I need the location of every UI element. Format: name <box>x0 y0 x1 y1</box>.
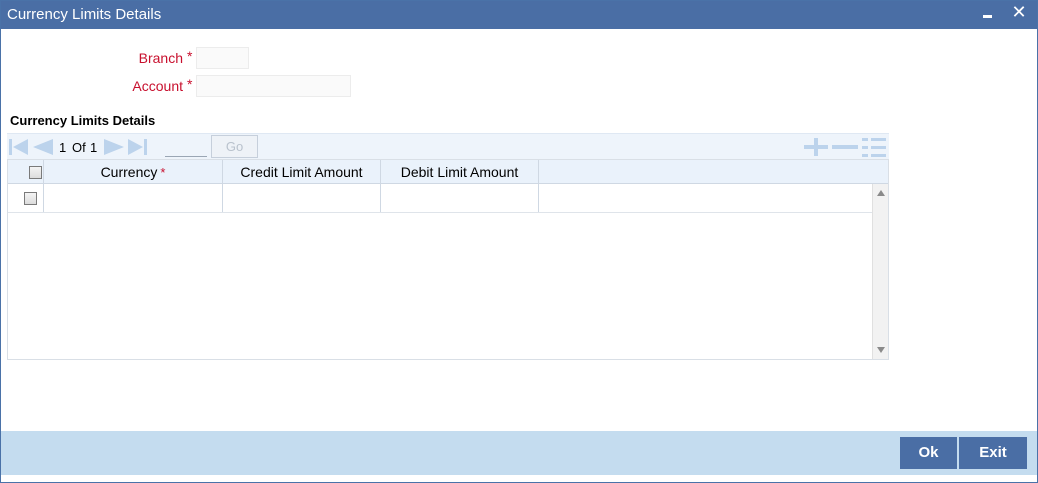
row-select-checkbox[interactable] <box>24 192 37 205</box>
title-bar: Currency Limits Details ✕ <box>1 1 1037 29</box>
currency-required-mark: * <box>160 165 166 180</box>
previous-page-icon[interactable] <box>32 138 54 156</box>
first-page-icon[interactable] <box>9 138 29 156</box>
scroll-up-icon[interactable] <box>876 188 886 198</box>
select-all-checkbox[interactable] <box>29 166 42 179</box>
select-all-column <box>8 160 44 183</box>
page-current: 1 <box>59 140 67 155</box>
exit-button[interactable]: Exit <box>959 437 1027 469</box>
add-row-icon[interactable] <box>804 138 828 156</box>
branch-label-text: Branch <box>138 50 183 66</box>
column-header-debit-limit[interactable]: Debit Limit Amount <box>381 160 539 183</box>
page-number-input[interactable] <box>165 137 207 157</box>
currency-cell[interactable] <box>44 184 223 212</box>
last-page-icon[interactable] <box>127 138 147 156</box>
column-header-currency[interactable]: Currency * <box>44 160 223 183</box>
close-icon[interactable]: ✕ <box>1010 2 1028 22</box>
currency-limits-window: Currency Limits Details ✕ Branch * Accou… <box>0 0 1038 483</box>
scroll-down-icon[interactable] <box>876 345 886 355</box>
minimize-icon[interactable] <box>981 5 995 23</box>
account-input[interactable] <box>196 75 351 97</box>
table-row <box>8 184 872 213</box>
window-title: Currency Limits Details <box>7 6 162 23</box>
go-button[interactable]: Go <box>211 135 258 158</box>
grid-toolbar: 1 Of 1 Go <box>7 133 889 159</box>
footer-bar: Ok Exit <box>1 431 1037 475</box>
account-label: Account <box>111 78 183 94</box>
next-page-icon[interactable] <box>103 138 125 156</box>
branch-label: Branch <box>121 50 183 66</box>
currency-limits-grid: Currency * Credit Limit Amount Debit Limi… <box>7 159 889 360</box>
account-label-text: Account <box>132 78 183 94</box>
section-title: Currency Limits Details <box>10 113 156 128</box>
branch-input[interactable] <box>196 47 249 69</box>
grid-scrollbar[interactable] <box>872 184 888 359</box>
grid-header: Currency * Credit Limit Amount Debit Limi… <box>8 160 888 184</box>
column-header-credit-limit[interactable]: Credit Limit Amount <box>223 160 381 183</box>
ok-button[interactable]: Ok <box>900 437 957 469</box>
page-of-label: Of <box>72 140 86 155</box>
row-select-cell <box>8 184 44 212</box>
currency-header-label: Currency <box>100 164 158 180</box>
credit-limit-cell[interactable] <box>223 184 381 212</box>
delete-row-icon[interactable] <box>832 138 858 156</box>
page-total: 1 <box>90 140 98 155</box>
account-required-mark: * <box>187 76 193 92</box>
debit-limit-cell[interactable] <box>381 184 539 212</box>
single-view-icon[interactable] <box>862 138 886 158</box>
branch-required-mark: * <box>187 48 193 64</box>
